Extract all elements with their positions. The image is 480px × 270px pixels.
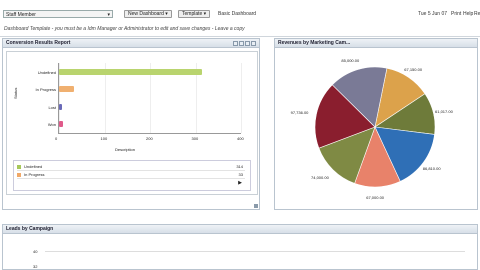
x-tick-label: 0: [55, 136, 58, 141]
panel-header: Revenues by Marketing Cam...: [275, 39, 477, 48]
slice-label: 67,150.00: [404, 66, 423, 72]
slice-label: 61,017.00: [435, 108, 453, 114]
refresh-icon[interactable]: [233, 41, 238, 46]
play-icon[interactable]: ▶: [238, 180, 242, 186]
y-tick-label: 40: [33, 249, 38, 254]
new-dashboard-button[interactable]: New Dashboard ▾: [124, 10, 172, 18]
template-button[interactable]: Template ▾: [178, 10, 211, 18]
row-value: 33: [238, 172, 243, 177]
category-label: Undefined: [37, 69, 56, 75]
row-value: 314: [236, 164, 243, 169]
conversion-results-panel: Conversion Results Report Status 0 100 200…: [2, 38, 260, 210]
minimize-icon[interactable]: [245, 41, 250, 46]
panel-controls: [232, 41, 256, 50]
panel-title: Revenues by Marketing Cam...: [278, 40, 351, 46]
dashboard-select[interactable]: Staff Member ▾: [3, 10, 113, 18]
table-row: Undefined 314: [17, 163, 245, 171]
bar[interactable]: [59, 121, 63, 128]
category-label: In Progress: [35, 87, 56, 93]
resize-handle-icon[interactable]: [254, 204, 258, 208]
legend-swatch: [17, 164, 21, 169]
row-label: Undefined: [24, 164, 43, 169]
panel-header: Leads by Campaign: [3, 225, 477, 234]
slice-label: 85,000.00: [341, 58, 360, 64]
row-label: In Progress: [24, 172, 45, 177]
panel-title: Conversion Results Report: [6, 40, 71, 46]
bar[interactable]: [59, 86, 74, 93]
refresh-link[interactable]: Re: [474, 11, 480, 17]
template-label: Template: [182, 11, 203, 17]
x-axis-label: Description: [115, 147, 136, 152]
date-label: Tue 5 Jun 07: [418, 11, 448, 17]
slice-label: 67,000.00: [366, 194, 385, 200]
panel-header: Conversion Results Report: [3, 39, 259, 48]
close-icon[interactable]: [251, 41, 256, 46]
category-label: Won: [47, 122, 56, 128]
bar[interactable]: [59, 103, 62, 110]
edit-icon[interactable]: [239, 41, 244, 46]
bar[interactable]: [59, 68, 202, 75]
slice-label: 74,000.00: [311, 174, 329, 180]
dashboard-subtitle: Dashboard Template - you must be a Idm M…: [4, 26, 245, 32]
basic-dashboard-link[interactable]: Basic Dashboard: [218, 11, 256, 17]
y-axis-label: Status: [13, 87, 18, 99]
legend-swatch: [17, 172, 21, 177]
gridline: [45, 251, 465, 252]
x-tick-label: 100: [100, 136, 108, 141]
table-row: In Progress 33: [17, 171, 245, 179]
divider: [0, 36, 480, 37]
x-tick-label: 400: [237, 136, 244, 141]
panel-title: Leads by Campaign: [6, 226, 54, 232]
data-table: Undefined 314 In Progress 33 ▶: [13, 160, 251, 191]
leads-panel: Leads by Campaign 40 32: [2, 224, 478, 270]
category-label: Lost: [48, 104, 56, 110]
new-dashboard-label: New Dashboard: [128, 11, 164, 17]
pie-chart: [314, 66, 436, 188]
chevron-down-icon: ▾: [107, 12, 110, 18]
slice-label: 97,736.00: [290, 110, 309, 116]
top-toolbar: Staff Member ▾ New Dashboard ▾ Template …: [0, 0, 480, 22]
y-tick-label: 32: [33, 264, 38, 269]
help-link[interactable]: Help: [463, 11, 473, 17]
revenues-panel: Revenues by Marketing Cam... 67,150.00 61…: [274, 38, 478, 210]
x-tick-label: 300: [191, 136, 199, 141]
x-tick-label: 200: [146, 136, 153, 141]
dashboard-select-value: Staff Member: [6, 12, 36, 18]
bar-chart-plot: 0 100 200 300 400 Undefined In Progress Lost Won: [36, 63, 244, 141]
print-link[interactable]: Print: [451, 11, 461, 17]
slice-label: 86,810.00: [422, 166, 441, 172]
gridline: [241, 63, 242, 133]
